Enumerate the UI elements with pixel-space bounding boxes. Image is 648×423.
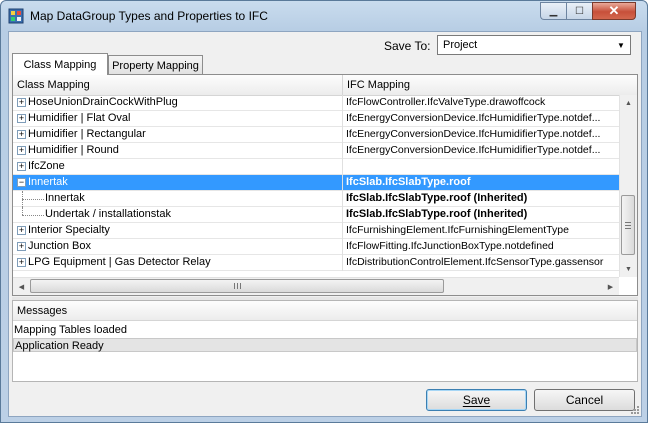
table-row[interactable]: − Innertak IfcSlab.IfcSlabType.roof: [13, 175, 619, 191]
class-mapping-panel: Class Mapping IFC Mapping + HoseUnionDrai…: [12, 74, 638, 296]
ifc-mapping-cell[interactable]: IfcDistributionControlElement.IfcSensorT…: [344, 255, 619, 271]
vertical-scroll-thumb[interactable]: [621, 195, 635, 255]
maximize-button[interactable]: ☐: [566, 2, 592, 20]
table-row[interactable]: Innertak IfcSlab.IfcSlabType.roof (Inheri…: [13, 191, 619, 207]
class-name-label: Innertak: [45, 192, 85, 204]
title-bar[interactable]: Map DataGroup Types and Properties to IF…: [1, 1, 647, 31]
ifc-mapping-cell[interactable]: IfcFlowFitting.IfcJunctionBoxType.notdef…: [344, 239, 619, 255]
class-mapping-cell[interactable]: − Innertak: [13, 175, 343, 191]
tab-label: Class Mapping: [23, 58, 97, 71]
expand-icon[interactable]: +: [17, 146, 26, 155]
cancel-button[interactable]: Cancel: [534, 389, 635, 411]
table-row[interactable]: + Humidifier | Round IfcEnergyConversionDe…: [13, 143, 619, 159]
class-mapping-cell[interactable]: + HoseUnionDrainCockWithPlug: [13, 95, 343, 111]
tab-label: Property Mapping: [112, 59, 199, 72]
table-row[interactable]: + Humidifier | Rectangular IfcEnergyConver…: [13, 127, 619, 143]
grid-header: Class Mapping IFC Mapping: [13, 75, 637, 96]
column-header-class-mapping[interactable]: Class Mapping: [13, 75, 343, 95]
minimize-button[interactable]: ▁: [540, 2, 566, 20]
class-name-label: HoseUnionDrainCockWithPlug: [28, 96, 178, 108]
class-name-label: Undertak / installationstak: [45, 208, 171, 220]
expand-icon[interactable]: +: [17, 114, 26, 123]
resize-grip-icon[interactable]: [630, 405, 640, 415]
ifc-mapping-cell[interactable]: IfcSlab.IfcSlabType.roof: [344, 175, 619, 191]
maximize-icon: ☐: [575, 5, 584, 17]
app-icon: [8, 8, 24, 24]
class-mapping-cell[interactable]: + Humidifier | Flat Oval: [13, 111, 343, 127]
messages-panel: Messages Mapping Tables loaded Applicati…: [12, 300, 638, 382]
expand-icon[interactable]: +: [17, 226, 26, 235]
table-row[interactable]: + Interior Specialty IfcFurnishingElement.…: [13, 223, 619, 239]
ifc-mapping-cell[interactable]: IfcEnergyConversionDevice.IfcHumidifierT…: [344, 143, 619, 159]
cancel-button-label: Cancel: [565, 393, 604, 407]
class-mapping-cell[interactable]: + LPG Equipment | Gas Detector Relay: [13, 255, 343, 271]
close-button[interactable]: ✕: [592, 2, 636, 20]
dialog-window: Map DataGroup Types and Properties to IF…: [0, 0, 648, 423]
expand-icon[interactable]: +: [17, 242, 26, 251]
scroll-down-icon[interactable]: ▼: [620, 261, 637, 277]
horizontal-scroll-thumb[interactable]: [30, 279, 444, 293]
table-row[interactable]: + HoseUnionDrainCockWithPlug IfcFlowContro…: [13, 95, 619, 111]
ifc-mapping-cell[interactable]: IfcFlowController.IfcValveType.drawoffco…: [344, 95, 619, 111]
vertical-scrollbar[interactable]: ▲ ▼: [619, 95, 637, 277]
class-name-label: IfcZone: [28, 160, 65, 172]
window-title: Map DataGroup Types and Properties to IF…: [30, 9, 268, 23]
collapse-icon[interactable]: −: [17, 178, 26, 187]
message-line: Application Ready: [13, 338, 637, 352]
table-row[interactable]: + LPG Equipment | Gas Detector Relay IfcDi…: [13, 255, 619, 271]
class-mapping-cell[interactable]: Undertak / installationstak: [13, 207, 343, 223]
tree-connector: [22, 215, 44, 216]
table-row[interactable]: Undertak / installationstak IfcSlab.IfcSl…: [13, 207, 619, 223]
class-mapping-cell[interactable]: + Junction Box: [13, 239, 343, 255]
message-line: Mapping Tables loaded: [14, 324, 127, 336]
class-name-label: Humidifier | Flat Oval: [28, 112, 131, 124]
expand-icon[interactable]: +: [17, 98, 26, 107]
chevron-down-icon: ▼: [617, 40, 625, 50]
save-button[interactable]: Save: [426, 389, 527, 411]
scroll-left-icon[interactable]: ◀: [13, 278, 30, 295]
class-name-label: LPG Equipment | Gas Detector Relay: [28, 256, 211, 268]
class-name-label: Humidifier | Rectangular: [28, 128, 146, 140]
horizontal-scrollbar[interactable]: ◀ ▶: [13, 277, 619, 295]
ifc-mapping-cell[interactable]: IfcSlab.IfcSlabType.roof (Inherited): [344, 191, 619, 207]
class-mapping-cell[interactable]: + Humidifier | Rectangular: [13, 127, 343, 143]
expand-icon[interactable]: +: [17, 162, 26, 171]
ifc-mapping-cell[interactable]: [344, 159, 619, 175]
class-mapping-cell[interactable]: + Interior Specialty: [13, 223, 343, 239]
tab-property-mapping[interactable]: Property Mapping: [108, 55, 203, 75]
expand-icon[interactable]: +: [17, 130, 26, 139]
ifc-mapping-cell[interactable]: IfcSlab.IfcSlabType.roof (Inherited): [344, 207, 619, 223]
close-icon: ✕: [608, 3, 620, 18]
table-row[interactable]: + IfcZone: [13, 159, 619, 175]
save-to-label: Save To:: [384, 39, 431, 53]
scroll-right-icon[interactable]: ▶: [602, 278, 619, 295]
table-row[interactable]: + Humidifier | Flat Oval IfcEnergyConversi…: [13, 111, 619, 127]
dialog-client-area: Save To: Project ▼ Class Mapping Propert…: [8, 31, 642, 417]
table-row[interactable]: + Junction Box IfcFlowFitting.IfcJunctionB…: [13, 239, 619, 255]
save-button-label: Save: [462, 393, 491, 407]
tree-connector: [22, 207, 23, 215]
class-mapping-cell[interactable]: + IfcZone: [13, 159, 343, 175]
mapping-tree-grid[interactable]: + HoseUnionDrainCockWithPlug IfcFlowContro…: [13, 95, 619, 277]
ifc-mapping-cell[interactable]: IfcEnergyConversionDevice.IfcHumidifierT…: [344, 111, 619, 127]
tab-class-mapping[interactable]: Class Mapping: [12, 53, 108, 75]
expand-icon[interactable]: +: [17, 258, 26, 267]
ifc-mapping-cell[interactable]: IfcEnergyConversionDevice.IfcHumidifierT…: [344, 127, 619, 143]
scroll-up-icon[interactable]: ▲: [620, 95, 637, 111]
save-to-dropdown[interactable]: Project ▼: [437, 35, 631, 55]
class-mapping-cell[interactable]: + Humidifier | Round: [13, 143, 343, 159]
class-name-label: Innertak: [28, 175, 68, 190]
class-mapping-cell[interactable]: Innertak: [13, 191, 343, 207]
messages-header: Messages: [13, 301, 637, 321]
class-name-label: Humidifier | Round: [28, 144, 119, 156]
save-to-value: Project: [443, 39, 478, 51]
column-header-ifc-mapping[interactable]: IFC Mapping: [343, 75, 617, 95]
tree-connector: [22, 199, 44, 200]
ifc-mapping-cell[interactable]: IfcFurnishingElement.IfcFurnishingElemen…: [344, 223, 619, 239]
minimize-icon: ▁: [549, 5, 558, 17]
class-name-label: Junction Box: [28, 240, 91, 252]
class-name-label: Interior Specialty: [28, 224, 110, 236]
